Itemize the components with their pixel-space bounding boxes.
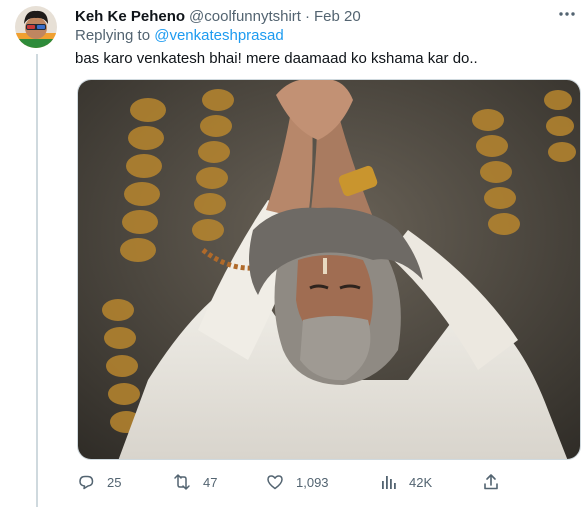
replying-to-handle[interactable]: @venkateshprasad: [154, 27, 283, 44]
reply-icon: [79, 475, 94, 490]
heart-icon: [267, 475, 283, 490]
reply-count: 25: [107, 474, 122, 490]
tweet-text: bas karo venkatesh bhai! mere daamaad ko…: [75, 50, 478, 67]
reply-button[interactable]: 25: [77, 469, 121, 495]
author-avatar[interactable]: [15, 6, 57, 48]
share-icon: [484, 474, 498, 490]
avatar-image: [15, 6, 57, 48]
replying-to-label: Replying to: [75, 27, 151, 44]
tweet-photo: [78, 80, 580, 459]
like-button[interactable]: 1,093: [266, 469, 329, 495]
replying-to: Replying to @venkateshprasad: [75, 27, 284, 44]
separator-dot: ·: [304, 7, 310, 25]
retweet-icon: [174, 474, 190, 490]
author-handle[interactable]: @coolfunnytshirt: [189, 8, 301, 25]
tweet-image[interactable]: [77, 79, 581, 460]
tweet-header: Keh Ke Peheno @coolfunnytshirt · Feb 20: [75, 6, 361, 26]
views-count: 42K: [409, 474, 433, 490]
retweet-count: 47: [203, 474, 218, 490]
like-count: 1,093: [296, 474, 329, 490]
share-button[interactable]: [482, 469, 500, 495]
more-button[interactable]: [556, 4, 578, 24]
tweet-date[interactable]: Feb 20: [314, 8, 361, 25]
views-button[interactable]: 42K: [379, 469, 432, 495]
retweet-button[interactable]: 47: [173, 469, 217, 495]
author-name[interactable]: Keh Ke Peheno: [75, 8, 185, 25]
action-bar: 25 47 1,093 42K: [0, 469, 583, 495]
more-icon: [559, 12, 575, 16]
views-icon: [382, 476, 396, 489]
thread-line: [36, 54, 38, 507]
